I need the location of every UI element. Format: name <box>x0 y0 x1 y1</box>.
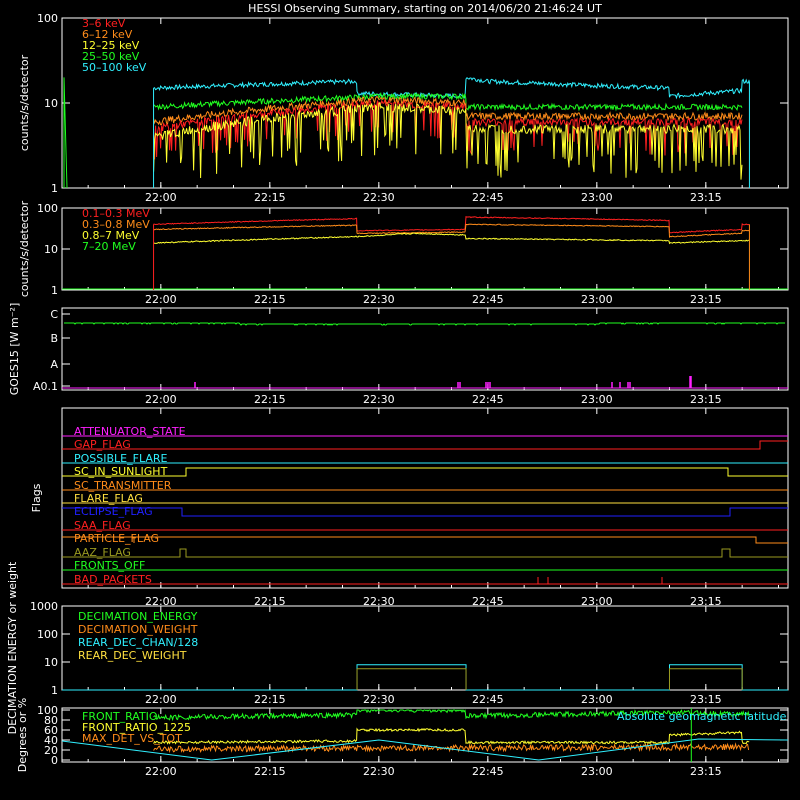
x-tick-label: 22:30 <box>363 765 395 778</box>
chart-title: HESSI Observing Summary, starting on 201… <box>248 2 602 15</box>
y-tick-label: 1 <box>51 284 58 297</box>
y-axis-label: counts/s/detector <box>18 54 31 151</box>
y-axis-label: counts/s/detector <box>18 200 31 297</box>
x-tick-label: 22:45 <box>472 393 504 406</box>
x-tick-label: 22:45 <box>472 191 504 204</box>
y-tick-label: 100 <box>37 628 58 641</box>
y-tick-label: 100 <box>37 202 58 215</box>
x-tick-label: 22:00 <box>145 393 177 406</box>
x-tick-label: 22:45 <box>472 293 504 306</box>
y-tick-label: 100 <box>37 12 58 25</box>
series-line-0.8-7mev <box>153 232 750 245</box>
x-tick-label: 23:15 <box>690 191 722 204</box>
series-edge <box>63 77 68 189</box>
annotation-geomag: Absolute geomagnetic latitude <box>617 710 787 723</box>
x-tick-label: 22:15 <box>254 393 286 406</box>
x-tick-label: 22:30 <box>363 393 395 406</box>
x-tick-label: 22:30 <box>363 191 395 204</box>
x-tick-label: 22:00 <box>145 191 177 204</box>
flag-line-particle <box>62 536 788 544</box>
y-tick-label: 1000 <box>30 600 58 613</box>
x-tick-label: 23:00 <box>581 191 613 204</box>
y-tick-label: 1 <box>51 684 58 697</box>
y-tick-label: 10 <box>44 97 58 110</box>
flag-line-sunlight <box>62 467 788 477</box>
x-tick-label: 22:30 <box>363 693 395 706</box>
series-line-rear-dec-weight <box>356 668 743 690</box>
x-tick-label: 23:00 <box>581 765 613 778</box>
x-tick-label: 23:00 <box>581 393 613 406</box>
x-tick-label: 23:15 <box>690 693 722 706</box>
series-line-front-ratio-1225 <box>153 727 750 745</box>
y-tick-label: 10 <box>44 243 58 256</box>
x-tick-label: 22:45 <box>472 693 504 706</box>
legend-entry: REAR_DEC_WEIGHT <box>78 649 187 662</box>
flag-line-aaz <box>62 548 788 558</box>
series-line-0.3-0.8mev <box>153 223 750 238</box>
hessi-summary-plot: HESSI Observing Summary, starting on 201… <box>6 2 789 778</box>
flag-label-particle_flag: PARTICLE_FLAG <box>74 532 159 545</box>
y-axis-label: Flags <box>30 483 43 512</box>
y-tick-label: 10 <box>44 656 58 669</box>
series-line-max-det <box>153 742 750 754</box>
legend-entry: 7–20 MeV <box>82 240 136 253</box>
x-tick-label: 23:00 <box>581 293 613 306</box>
legend-entry: MAX_DET_VS_TOT <box>82 732 182 745</box>
series-line-50-100kev <box>153 76 750 100</box>
y-tick-label: C <box>50 308 58 321</box>
panel-frame-2 <box>61 207 789 291</box>
y-tick-label: A <box>50 358 58 371</box>
y-tick-label: B <box>50 332 58 345</box>
x-tick-label: 22:45 <box>472 765 504 778</box>
flag-label-eclipse_flag: ECLIPSE_FLAG <box>74 505 153 518</box>
x-tick-label: 22:15 <box>254 693 286 706</box>
x-tick-label: 22:15 <box>254 191 286 204</box>
flag-line-eclipse <box>62 507 788 517</box>
flag-line-gap <box>62 440 788 450</box>
x-tick-label: 22:15 <box>254 293 286 306</box>
x-tick-label: 23:15 <box>690 765 722 778</box>
x-tick-label: 22:00 <box>145 765 177 778</box>
legend-entry: REAR_DEC_CHAN/128 <box>78 636 198 649</box>
legend-entry: DECIMATION_ENERGY <box>78 610 198 623</box>
x-tick-label: 23:15 <box>690 393 722 406</box>
panel-frame-3 <box>61 307 789 391</box>
x-tick-label: 23:00 <box>581 693 613 706</box>
y-tick-label: 1 <box>51 182 58 195</box>
y-tick-label: 0 <box>51 754 58 767</box>
legend-entry: 50–100 keV <box>82 61 147 74</box>
y-axis-label: GOES15 [W m⁻²] <box>8 303 21 396</box>
x-tick-label: 23:15 <box>690 293 722 306</box>
series-line-0.1-0.3mev <box>153 215 750 234</box>
x-tick-label: 22:15 <box>254 765 286 778</box>
legend-entry: DECIMATION_WEIGHT <box>78 623 198 636</box>
x-tick-label: 22:30 <box>363 293 395 306</box>
y-axis-label: Degrees or % <box>16 698 29 772</box>
y-tick-label: A0.1 <box>33 380 58 393</box>
x-tick-label: 22:00 <box>145 293 177 306</box>
series-line-25-50kev <box>153 91 743 112</box>
x-tick-label: 22:00 <box>145 693 177 706</box>
goes-flux-line <box>64 322 785 326</box>
